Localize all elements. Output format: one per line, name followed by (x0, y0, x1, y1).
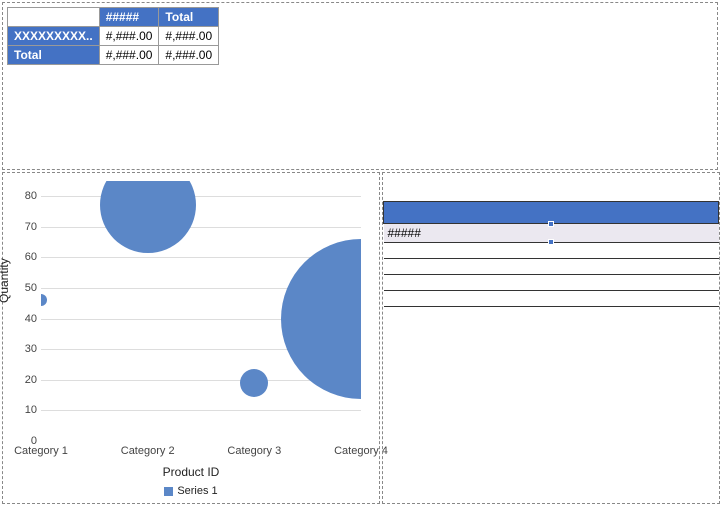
x-tick: Category 2 (108, 445, 188, 457)
cell-r1c1: #,###.00 (99, 27, 159, 46)
cell-total-c2: #,###.00 (159, 46, 219, 65)
right-table-empty-row (384, 259, 719, 275)
x-tick: Category 1 (1, 445, 81, 457)
row-header-total: Total (8, 46, 100, 65)
bubble[interactable] (240, 369, 268, 397)
bubble-chart[interactable]: Quantity Product ID Series 1 01020304050… (3, 173, 379, 503)
y-tick: 10 (7, 404, 37, 416)
top-region: ##### Total XXXXXXXXX.. #,###.00 #,###.0… (2, 2, 718, 170)
col-header-total: Total (159, 8, 219, 27)
y-tick: 60 (7, 251, 37, 263)
right-table-empty-row (384, 275, 719, 291)
chart-region: Quantity Product ID Series 1 01020304050… (2, 172, 380, 504)
y-tick: 80 (7, 190, 37, 202)
plot-area (41, 181, 361, 441)
legend: Series 1 (3, 485, 379, 497)
summary-table: ##### Total XXXXXXXXX.. #,###.00 #,###.0… (7, 7, 219, 65)
legend-dot-icon (164, 487, 173, 496)
x-axis-label: Product ID (3, 465, 379, 479)
y-tick: 50 (7, 282, 37, 294)
cell-r1c2: #,###.00 (159, 27, 219, 46)
y-tick: 30 (7, 343, 37, 355)
col-header-1: ##### (99, 8, 159, 27)
right-region: ##### (382, 172, 720, 504)
bubble[interactable] (281, 239, 361, 399)
right-table-value: ##### (388, 226, 421, 240)
legend-label: Series 1 (177, 485, 217, 497)
bubble[interactable] (100, 181, 196, 253)
x-tick: Category 3 (214, 445, 294, 457)
right-table[interactable]: ##### (383, 201, 719, 307)
y-tick: 70 (7, 221, 37, 233)
resize-handle-bottom-icon[interactable] (548, 239, 554, 245)
table-corner (8, 8, 100, 27)
bubble[interactable] (41, 294, 47, 306)
y-tick: 20 (7, 374, 37, 386)
gridline (41, 227, 361, 228)
right-table-value-cell[interactable]: ##### (384, 224, 719, 243)
gridline (41, 410, 361, 411)
resize-handle-top-icon[interactable] (548, 221, 554, 227)
gridline (41, 196, 361, 197)
y-tick: 40 (7, 313, 37, 325)
cell-total-c1: #,###.00 (99, 46, 159, 65)
right-table-empty-row (384, 291, 719, 307)
row-header-1: XXXXXXXXX.. (8, 27, 100, 46)
y-axis-label: Quantity (0, 258, 11, 303)
